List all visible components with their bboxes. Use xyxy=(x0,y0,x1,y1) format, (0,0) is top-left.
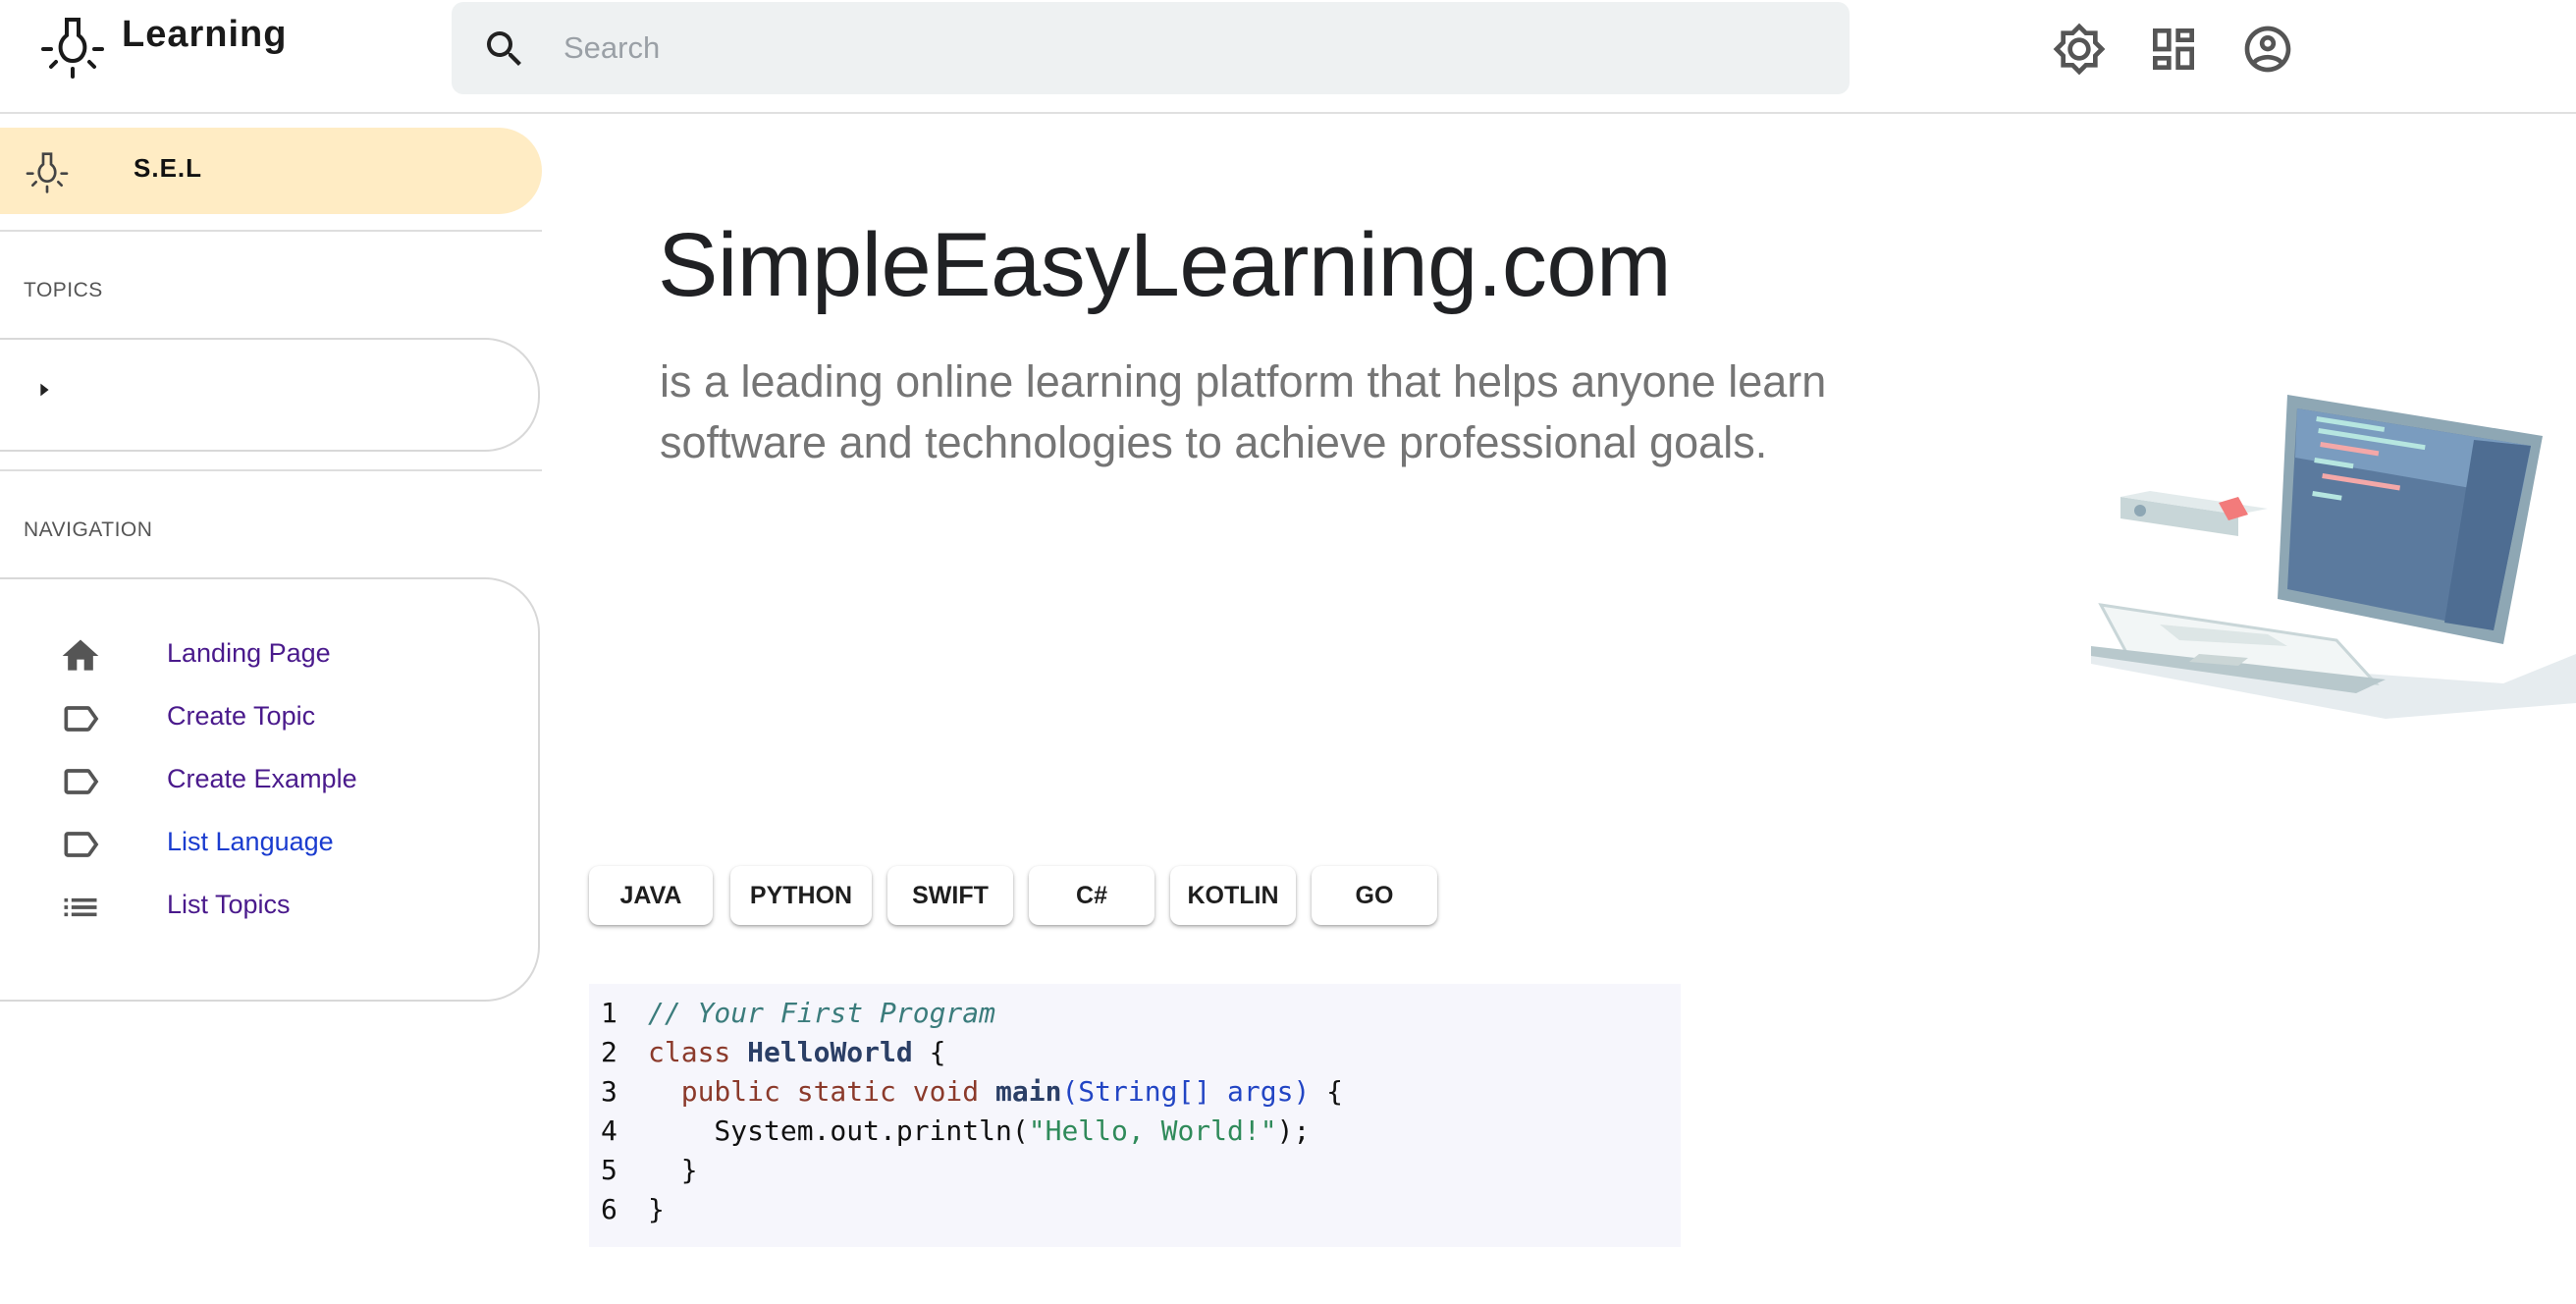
language-chip-csharp[interactable]: C# xyxy=(1029,866,1154,925)
sidebar-brand-label: S.E.L xyxy=(134,153,203,183)
dashboard-icon[interactable] xyxy=(2146,22,2201,77)
label-icon[interactable] xyxy=(59,697,102,740)
line-number: 3 xyxy=(601,1075,617,1108)
sidebar-divider xyxy=(0,230,542,232)
code-token: (String[] args) xyxy=(1061,1075,1311,1108)
brightness-icon[interactable] xyxy=(2052,22,2107,77)
line-number: 1 xyxy=(601,997,617,1029)
code-line: 5 } xyxy=(601,1151,698,1190)
topics-section-title: TOPICS xyxy=(24,279,103,301)
app-name[interactable]: Learning xyxy=(122,14,287,56)
language-chip-python[interactable]: PYTHON xyxy=(730,866,872,925)
code-token: } xyxy=(648,1154,698,1186)
lightbulb-icon xyxy=(26,152,69,193)
code-token: "Hello, World!" xyxy=(1028,1114,1277,1147)
code-token: ); xyxy=(1276,1114,1311,1147)
hero-subtitle: is a leading online learning platform th… xyxy=(660,352,1946,473)
nav-item-create-topic[interactable]: Create Topic xyxy=(167,701,315,732)
home-icon[interactable] xyxy=(59,634,102,678)
language-chip-kotlin[interactable]: KOTLIN xyxy=(1170,866,1296,925)
line-number: 4 xyxy=(601,1114,617,1147)
code-token: { xyxy=(912,1036,946,1068)
language-chip-go[interactable]: GO xyxy=(1312,866,1437,925)
language-chip-swift[interactable]: SWIFT xyxy=(887,866,1013,925)
code-token: class xyxy=(648,1036,748,1068)
search-input[interactable] xyxy=(562,18,1822,79)
line-number: 5 xyxy=(601,1154,617,1186)
code-token: HelloWorld xyxy=(747,1036,913,1068)
line-number: 2 xyxy=(601,1036,617,1068)
code-token: main xyxy=(995,1075,1062,1108)
account-circle-icon[interactable] xyxy=(2240,22,2295,77)
code-line: 2 class HelloWorld { xyxy=(601,1033,945,1072)
language-chip-java[interactable]: JAVA xyxy=(589,866,713,925)
code-token: // Your First Program xyxy=(648,997,996,1029)
list-icon[interactable] xyxy=(59,886,102,929)
line-number: 6 xyxy=(601,1193,617,1225)
hero-subtitle-line: software and technologies to achieve pro… xyxy=(660,417,1768,467)
laptop-illustration xyxy=(2091,395,2576,719)
topics-tree[interactable] xyxy=(0,338,540,452)
nav-item-landing-page[interactable]: Landing Page xyxy=(167,638,331,669)
code-token: System.out.println( xyxy=(648,1114,1029,1147)
arrow-right-icon[interactable] xyxy=(33,379,55,401)
nav-item-create-example[interactable]: Create Example xyxy=(167,764,357,794)
search-icon[interactable] xyxy=(481,26,528,73)
sidebar-brand-item[interactable] xyxy=(0,128,542,214)
lightbulb-icon[interactable] xyxy=(37,10,108,81)
navigation-section-title: NAVIGATION xyxy=(24,518,153,541)
hero-subtitle-line: is a leading online learning platform th… xyxy=(660,356,1827,407)
code-token: public static void xyxy=(648,1075,996,1108)
code-token: { xyxy=(1310,1075,1344,1108)
label-icon[interactable] xyxy=(59,823,102,866)
nav-item-list-language[interactable]: List Language xyxy=(167,827,334,857)
nav-item-list-topics[interactable]: List Topics xyxy=(167,890,291,920)
code-line: 3 public static void main(String[] args)… xyxy=(601,1072,1343,1112)
sidebar-divider xyxy=(0,469,542,471)
code-line: 4 System.out.println("Hello, World!"); xyxy=(601,1112,1310,1151)
code-line: 6} xyxy=(601,1190,665,1229)
code-token: } xyxy=(648,1193,665,1225)
hero-title: SimpleEasyLearning.com xyxy=(658,215,1672,315)
code-line: 1 // Your First Program xyxy=(601,994,995,1033)
label-icon[interactable] xyxy=(59,760,102,803)
